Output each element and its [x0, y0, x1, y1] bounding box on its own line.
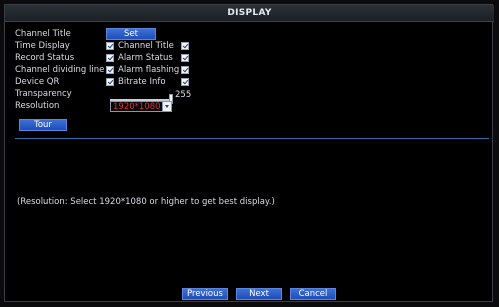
previous-button[interactable]: Previous — [182, 288, 228, 300]
chevron-down-icon[interactable] — [162, 102, 171, 111]
bitrate-info-checkbox[interactable] — [181, 78, 189, 86]
transparency-label: Transparency — [15, 89, 72, 99]
channel-title-checkbox[interactable] — [181, 42, 189, 50]
alarm-status-checkbox[interactable] — [181, 54, 189, 62]
resolution-note: (Resolution: Select 1920*1080 or higher … — [17, 197, 275, 207]
channel-dividing-line-label: Channel dividing line — [15, 65, 105, 75]
set-button[interactable]: Set — [106, 28, 156, 40]
tour-button[interactable]: Tour — [19, 119, 67, 131]
channel-title-label: Channel Title — [15, 29, 71, 39]
resolution-select[interactable]: 1920*1080 — [110, 101, 172, 112]
resolution-label: Resolution — [15, 101, 60, 111]
bitrate-info-label: Bitrate Info — [118, 77, 166, 87]
divider — [15, 138, 489, 139]
channel-dividing-line-checkbox[interactable] — [106, 66, 114, 74]
transparency-value: 255 — [175, 90, 192, 100]
time-display-checkbox[interactable] — [106, 42, 114, 50]
record-status-checkbox[interactable] — [106, 54, 114, 62]
cancel-button[interactable]: Cancel — [290, 288, 336, 300]
alarm-status-label: Alarm Status — [118, 53, 173, 63]
alarm-flashing-label: Alarm flashing — [118, 65, 180, 75]
window-title: DISPLAY — [5, 5, 494, 22]
device-qr-checkbox[interactable] — [106, 78, 114, 86]
display-settings-window: DISPLAY Channel Title Set Time Display C… — [4, 4, 494, 302]
alarm-flashing-checkbox[interactable] — [181, 66, 189, 74]
channel-title-check-label: Channel Title — [118, 41, 174, 51]
next-button[interactable]: Next — [236, 288, 282, 300]
record-status-label: Record Status — [15, 53, 75, 63]
resolution-value: 1920*1080 — [113, 102, 161, 112]
device-qr-label: Device QR — [15, 77, 60, 87]
time-display-label: Time Display — [15, 41, 70, 51]
